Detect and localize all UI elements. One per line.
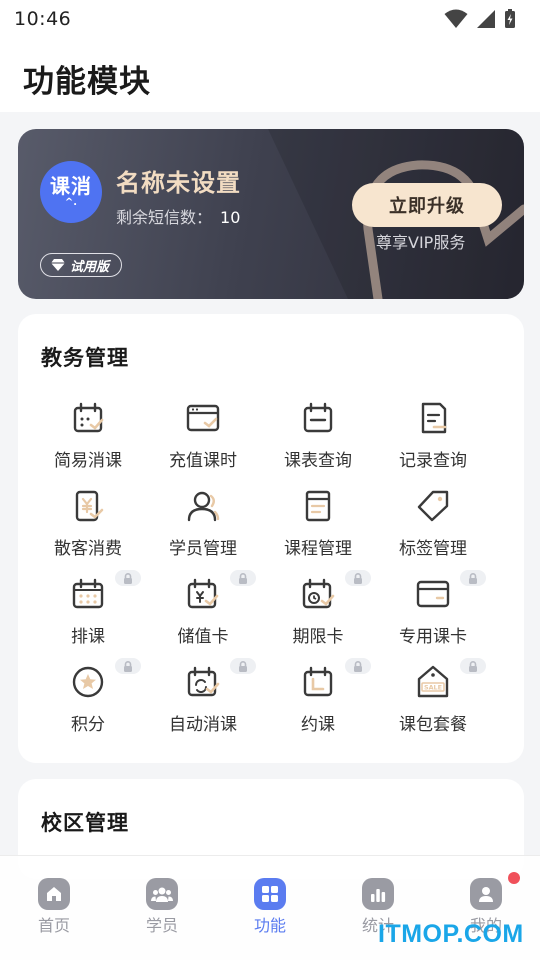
function-item[interactable]: 学员管理 — [140, 488, 266, 568]
function-item[interactable]: 期限卡 — [255, 570, 381, 656]
booking-calendar-icon — [303, 666, 333, 697]
function-label: 期限卡 — [292, 627, 344, 647]
section-title-campus: 校区管理 — [41, 811, 129, 835]
function-label: 约课 — [301, 715, 335, 735]
lock-icon — [115, 570, 141, 586]
status-icons — [444, 9, 516, 29]
tab-functions[interactable]: 功能 — [220, 876, 320, 946]
lock-icon — [115, 658, 141, 674]
lock-icon — [345, 658, 371, 674]
card-icon — [416, 580, 450, 608]
window-check-icon — [186, 404, 220, 432]
tab-students[interactable]: 学员 — [112, 876, 212, 946]
function-label: 课包套餐 — [399, 715, 467, 735]
home-icon — [38, 878, 70, 910]
function-item[interactable]: 记录查询 — [370, 400, 496, 480]
status-time: 10:46 — [14, 8, 72, 30]
tab-home[interactable]: 首页 — [4, 876, 104, 946]
function-item[interactable]: 课表查询 — [255, 400, 381, 480]
lock-icon — [345, 570, 371, 586]
document-icon — [421, 402, 447, 434]
function-item[interactable]: 储值卡 — [140, 570, 266, 656]
function-label: 标签管理 — [399, 539, 467, 559]
function-item[interactable]: 课程管理 — [255, 488, 381, 568]
function-label: 课表查询 — [284, 451, 352, 471]
schedule-grid-icon — [72, 578, 104, 609]
account-name: 名称未设置 — [116, 169, 241, 197]
function-item[interactable]: 标签管理 — [370, 488, 496, 568]
calendar-check-icon — [73, 402, 104, 433]
sale-tag-icon: SALE — [417, 665, 449, 698]
auto-calendar-icon — [187, 666, 220, 697]
lock-icon — [230, 570, 256, 586]
logo-text: 课消 — [50, 174, 92, 198]
tab-label-functions: 功能 — [253, 916, 286, 935]
function-label: 课程管理 — [284, 539, 352, 559]
trial-badge: 试用版 — [40, 253, 123, 277]
function-label: 散客消费 — [54, 539, 122, 559]
sms-count: 10 — [220, 208, 241, 227]
yen-calendar-icon — [187, 578, 219, 609]
function-label: 专用课卡 — [399, 627, 467, 647]
status-bar: 10:46 — [0, 0, 540, 38]
function-item[interactable]: 约课 — [255, 658, 381, 744]
function-item[interactable]: SALE 课包套餐 — [370, 658, 496, 744]
signal-icon — [477, 10, 495, 28]
grid-icon — [254, 878, 286, 910]
svg-text:SALE: SALE — [424, 684, 442, 692]
sms-label: 剩余短信数： — [116, 208, 213, 227]
section-title-academic: 教务管理 — [41, 346, 129, 370]
page-title: 功能模块 — [23, 64, 151, 100]
function-item[interactable]: 充值课时 — [140, 400, 266, 480]
wifi-icon — [444, 9, 468, 28]
function-label: 简易消课 — [54, 451, 122, 471]
user-icon — [187, 491, 220, 522]
book-icon — [305, 490, 331, 522]
lock-icon — [460, 570, 486, 586]
tab-label-home: 首页 — [37, 916, 70, 935]
watermark: ITMOP.COM — [378, 920, 524, 948]
bar-chart-icon — [362, 878, 394, 910]
function-label: 储值卡 — [177, 627, 229, 647]
function-label: 自动消课 — [169, 715, 237, 735]
function-item[interactable]: 排课 — [25, 570, 151, 656]
upgrade-button[interactable]: 立即升级 — [352, 183, 502, 227]
header: 功能模块 — [0, 38, 540, 112]
notification-dot — [508, 872, 520, 884]
function-item[interactable]: 散客消费 — [25, 488, 151, 568]
function-item[interactable]: 自动消课 — [140, 658, 266, 744]
upgrade-subtitle: 尊享VIP服务 — [376, 233, 466, 252]
tag-icon — [417, 490, 449, 522]
lock-icon — [460, 658, 486, 674]
star-circle-icon — [72, 666, 104, 698]
calendar-icon — [303, 402, 333, 433]
logo-mark: ^. — [64, 197, 78, 208]
battery-icon — [505, 9, 515, 28]
academic-section: 教务管理 简易消课 充值课时 课表查询 记录查询散客消费 学员管理 课程管理 标签管理排课 储… — [18, 314, 524, 763]
trial-label: 试用版 — [70, 259, 110, 275]
users-icon — [146, 878, 178, 910]
yen-receipt-icon — [75, 490, 104, 522]
function-label: 积分 — [71, 715, 105, 735]
sms-remaining: 剩余短信数： 10 — [116, 204, 240, 228]
function-label: 排课 — [71, 627, 105, 647]
vip-card[interactable]: 课消 ^. 名称未设置 剩余短信数： 10 试用版 立即升级 尊享VIP服务 — [18, 129, 524, 299]
clock-calendar-icon — [302, 578, 335, 609]
function-item[interactable]: 专用课卡 — [370, 570, 496, 656]
app-logo: 课消 ^. — [40, 161, 102, 223]
tab-label-students: 学员 — [145, 916, 178, 935]
function-label: 学员管理 — [169, 539, 237, 559]
lock-icon — [230, 658, 256, 674]
diamond-icon — [51, 259, 65, 271]
profile-icon — [470, 878, 502, 910]
function-item[interactable]: 积分 — [25, 658, 151, 744]
function-item[interactable]: 简易消课 — [25, 400, 151, 480]
function-label: 充值课时 — [169, 451, 237, 471]
function-label: 记录查询 — [399, 451, 467, 471]
